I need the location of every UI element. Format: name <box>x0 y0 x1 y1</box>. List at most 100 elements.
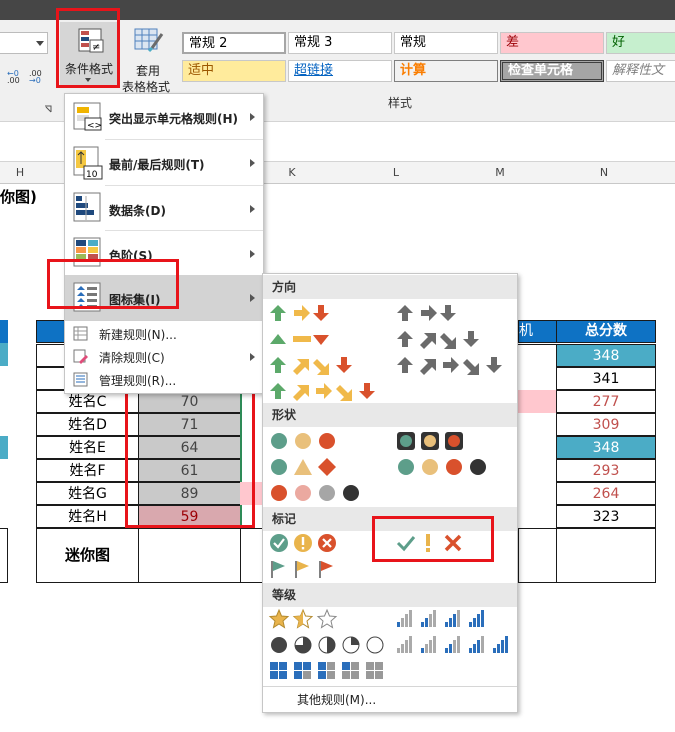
icon-set-3-traffic-lights[interactable] <box>268 430 358 452</box>
quarters-icon <box>271 636 384 654</box>
icon-set-5-quarters[interactable] <box>268 634 388 656</box>
arrows-icon <box>270 357 352 375</box>
traffic-lights-icon <box>398 459 486 475</box>
column-header-n[interactable]: N <box>574 162 634 184</box>
menu-item-clear-rules[interactable]: 清除规则(C) <box>65 345 263 367</box>
clear-rules-icon <box>73 349 88 364</box>
divider <box>263 686 517 687</box>
styles-group-label: 样式 <box>387 96 412 110</box>
sparkline-label-cell: 迷你图 <box>36 528 139 583</box>
flags-icon <box>271 561 333 578</box>
icon-set-4-ratings[interactable] <box>395 608 505 630</box>
cell-style-normal[interactable]: 常规 <box>394 32 498 54</box>
total-cell[interactable]: 348 <box>556 436 656 459</box>
sheet-title-fragment: 你图) <box>0 188 37 206</box>
menu-item-manage-rules[interactable]: 管理规则(R)... <box>65 368 263 390</box>
decrease-decimal-button[interactable]: .00 →0 <box>28 68 50 87</box>
menu-item-label: 数据条(D) <box>109 204 166 218</box>
dialog-launcher-icon[interactable] <box>44 102 52 113</box>
cell-style-normal-2[interactable]: 常规 2 <box>182 32 286 54</box>
column-header-k[interactable]: K <box>262 162 322 184</box>
cell-style-good[interactable]: 好 <box>606 32 675 54</box>
total-cell[interactable]: 341 <box>556 367 656 390</box>
cell-style-check-cell[interactable]: 检查单元格 <box>500 60 604 82</box>
column-header-m[interactable]: M <box>470 162 530 184</box>
name-box[interactable] <box>0 32 48 54</box>
icon-set-3-arrows-gray[interactable] <box>395 302 515 324</box>
name-cell[interactable]: 姓名D <box>36 413 139 436</box>
cell-style-hyperlink[interactable]: 超链接 <box>288 60 392 82</box>
menu-item-highlight-rules[interactable]: <> 突出显示单元格规则(H) <box>65 94 263 139</box>
section-header-shapes: 形状 <box>263 403 517 427</box>
svg-text:<>: <> <box>87 121 102 131</box>
icon-set-3-symbols-circled[interactable] <box>268 532 358 554</box>
total-cell[interactable]: 277 <box>556 390 656 413</box>
svg-text:10: 10 <box>86 170 98 180</box>
icon-set-3-signs[interactable] <box>268 456 358 478</box>
boxes-icon <box>270 662 383 679</box>
icon-set-3-stars[interactable] <box>268 608 358 630</box>
menu-item-label: 清除规则(C) <box>99 351 165 365</box>
icon-set-5-ratings[interactable] <box>395 634 517 656</box>
chevron-right-icon <box>250 159 255 167</box>
divider <box>65 320 263 321</box>
name-cell[interactable]: 姓名E <box>36 436 139 459</box>
highlight-conditional-format <box>56 8 120 88</box>
left-header-fragment <box>0 320 8 343</box>
format-as-table-button[interactable]: 套用 表格格式 <box>118 22 178 94</box>
manage-rules-icon <box>73 372 88 387</box>
icon-set-5-arrows-colored[interactable] <box>268 380 393 402</box>
new-rule-icon <box>73 326 88 341</box>
icon-set-5-arrows-gray[interactable] <box>395 354 517 376</box>
icon-set-3-arrows-colored[interactable] <box>268 302 378 324</box>
cell-style-calculation[interactable]: 计算 <box>394 60 498 82</box>
icon-set-red-to-black[interactable] <box>268 482 378 504</box>
column-header-l[interactable]: L <box>366 162 426 184</box>
traffic-lights-rimmed-icon <box>397 432 463 450</box>
arrows-gray-icon <box>397 331 479 349</box>
icon-set-3-traffic-lights-rimmed[interactable] <box>395 430 485 452</box>
increase-decimal-button[interactable]: ←0.00 <box>6 68 28 87</box>
table-header-cell <box>36 320 66 343</box>
arrows-gray-icon <box>397 357 502 375</box>
icon-set-5-boxes[interactable] <box>268 660 390 682</box>
triangles-icon <box>270 334 329 345</box>
menu-item-label: 最前/最后规则(T) <box>109 158 205 172</box>
data-bars-icon <box>73 192 101 222</box>
name-cell[interactable]: 姓名F <box>36 459 139 482</box>
total-cell[interactable]: 309 <box>556 413 656 436</box>
table-cell <box>518 344 558 528</box>
chevron-right-icon <box>250 353 255 361</box>
icon-set-4-arrows-colored[interactable] <box>268 354 378 376</box>
column-header-h[interactable]: H <box>0 162 40 184</box>
more-rules-link[interactable]: 其他规则(M)... <box>297 691 376 708</box>
highlight-score-range <box>125 388 255 528</box>
total-cell[interactable]: 323 <box>556 505 656 528</box>
total-cell[interactable]: 293 <box>556 459 656 482</box>
name-cell[interactable]: 姓名H <box>36 505 139 528</box>
chevron-right-icon <box>250 294 255 302</box>
cell-style-bad[interactable]: 差 <box>500 32 604 54</box>
sparkline-cell[interactable] <box>138 528 241 583</box>
total-cell[interactable]: 348 <box>556 344 656 367</box>
menu-item-top-bottom-rules[interactable]: 10 最前/最后规则(T) <box>65 140 263 185</box>
sparkline-cell[interactable] <box>556 528 656 583</box>
total-header-cell: 总分数 <box>556 320 656 343</box>
chevron-down-icon[interactable] <box>36 41 44 46</box>
cell-style-neutral[interactable]: 适中 <box>182 60 286 82</box>
icon-set-3-triangles[interactable] <box>268 328 378 350</box>
icon-set-3-flags[interactable] <box>268 558 358 580</box>
sparkline-cell[interactable] <box>518 528 558 583</box>
icon-set-4-arrows-gray[interactable] <box>395 328 515 350</box>
cell-style-normal-3[interactable]: 常规 3 <box>288 32 392 54</box>
conditional-format-menu: <> 突出显示单元格规则(H) 10 最前/最后规则(T) 数据条(D) 色阶(… <box>64 93 264 394</box>
menu-item-data-bars[interactable]: 数据条(D) <box>65 186 263 230</box>
cell-style-explanatory[interactable]: 解释性文 <box>606 60 675 82</box>
chevron-right-icon <box>250 205 255 213</box>
icon-set-4-traffic-lights[interactable] <box>395 456 505 478</box>
name-cell[interactable]: 姓名G <box>36 482 139 505</box>
menu-item-new-rule[interactable]: 新建规则(N)... <box>65 322 263 344</box>
total-cell[interactable]: 264 <box>556 482 656 505</box>
signal-bars-icon <box>397 610 484 627</box>
increase-decimal-icon: ←0.00 <box>7 69 20 85</box>
